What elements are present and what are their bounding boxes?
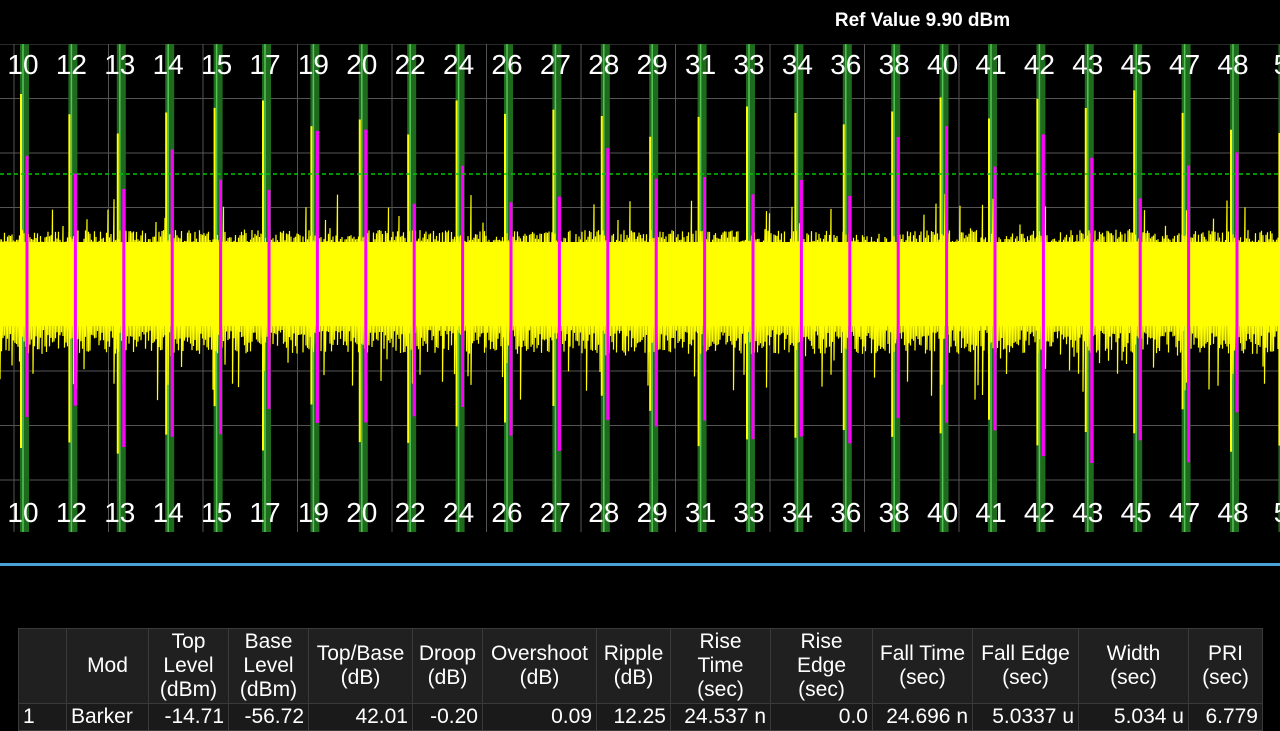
pulse-marker-label: 47	[1169, 49, 1200, 80]
pulse-marker-label: 48	[1217, 497, 1248, 528]
table-cell: 24.696 n	[872, 703, 973, 731]
pulse-marker-label: 12	[56, 497, 87, 528]
pulse-marker-label: 5	[1274, 49, 1280, 80]
column-header[interactable]	[18, 628, 67, 704]
pulse-marker-label: 13	[104, 49, 135, 80]
pulse-marker-label: 15	[201, 49, 232, 80]
pulse-results-table: Mod Top Level (dBm) Base Level (dBm) Top/Ba…	[18, 628, 1263, 731]
pulse-marker-label: 27	[540, 49, 571, 80]
marker-labels-bottom: 10 12 13 14 15 17 19 20 22 24 26 27 28 29 31 33 34 36 38 40…	[7, 497, 1280, 528]
noise-trace-core	[0, 242, 1280, 326]
table-header-row: Mod Top Level (dBm) Base Level (dBm) Top/Ba…	[18, 628, 1263, 704]
pulse-marker-label: 26	[491, 497, 522, 528]
column-header[interactable]: Top Level (dBm)	[148, 628, 229, 704]
table-cell: 12.25	[596, 703, 671, 731]
pulse-marker-label: 29	[637, 49, 668, 80]
table-cell: 0.09	[482, 703, 597, 731]
marker-labels-top: 10 12 13 14 15 17 19 20 22 24 26 27 28 29 31 33 34 36 38 40…	[7, 49, 1280, 80]
pulse-marker-label: 33	[733, 497, 764, 528]
pulse-marker-label: 34	[782, 497, 813, 528]
column-header[interactable]: PRI (sec)	[1188, 628, 1263, 704]
ref-value-label: Ref Value 9.90 dBm	[834, 10, 1011, 31]
column-header[interactable]: Overshoot (dB)	[482, 628, 597, 704]
pulse-marker-label: 42	[1024, 49, 1055, 80]
column-header[interactable]: Droop (dB)	[412, 628, 483, 704]
table-cell: 1	[18, 703, 67, 731]
table-row[interactable]: 1 Barker -14.71 -56.72 42.01 -0.20 0.09 12.25 24…	[18, 703, 1263, 731]
pulse-marker-label: 41	[975, 49, 1006, 80]
pulse-marker-label: 38	[879, 497, 910, 528]
pulse-marker-label: 40	[927, 497, 958, 528]
pulse-marker-label: 10	[7, 49, 38, 80]
pulse-marker-label: 40	[927, 49, 958, 80]
pulse-marker-label: 36	[830, 49, 861, 80]
pulse-marker-label: 38	[879, 49, 910, 80]
table-cell: 0.0	[770, 703, 873, 731]
column-header[interactable]: Width (sec)	[1078, 628, 1189, 704]
pulse-marker-label: 14	[153, 497, 184, 528]
pulse-marker-label: 41	[975, 497, 1006, 528]
pulse-marker-label: 48	[1217, 49, 1248, 80]
pulse-marker-label: 5	[1274, 497, 1280, 528]
table-cell: 24.537 n	[670, 703, 771, 731]
pulse-marker-label: 45	[1121, 497, 1152, 528]
pulse-marker-label: 27	[540, 497, 571, 528]
column-header[interactable]: Ripple (dB)	[596, 628, 671, 704]
pulse-marker-label: 22	[395, 497, 426, 528]
column-header[interactable]: Fall Time (sec)	[872, 628, 973, 704]
pulse-marker-label: 43	[1072, 49, 1103, 80]
pulse-marker-label: 10	[7, 497, 38, 528]
table-cell: -14.71	[148, 703, 229, 731]
table-cell: -0.20	[412, 703, 483, 731]
pulse-marker-label: 31	[685, 49, 716, 80]
pulse-marker-label: 19	[298, 497, 329, 528]
column-header[interactable]: Rise Time (sec)	[670, 628, 771, 704]
pulse-marker-label: 36	[830, 497, 861, 528]
pulse-marker-label: 12	[56, 49, 87, 80]
pulse-marker-label: 45	[1121, 49, 1152, 80]
pulse-marker-label: 43	[1072, 497, 1103, 528]
pulse-marker-label: 33	[733, 49, 764, 80]
panel-divider	[0, 563, 1280, 566]
column-header[interactable]: Base Level (dBm)	[228, 628, 309, 704]
table-cell: 6.779	[1188, 703, 1263, 731]
pulse-marker-label: 19	[298, 49, 329, 80]
table-cell: 42.01	[308, 703, 413, 731]
pulse-marker-label: 20	[346, 497, 377, 528]
pulse-marker-label: 29	[637, 497, 668, 528]
pulse-marker-label: 31	[685, 497, 716, 528]
column-header[interactable]: Mod	[66, 628, 149, 704]
pulse-marker-label: 47	[1169, 497, 1200, 528]
pulse-marker-label: 15	[201, 497, 232, 528]
pulse-marker-label: 26	[491, 49, 522, 80]
pulse-marker-label: 13	[104, 497, 135, 528]
pulse-marker-label: 24	[443, 49, 474, 80]
pulse-marker-label: 17	[249, 497, 280, 528]
table-cell: 5.0337 u	[972, 703, 1079, 731]
pulse-trace-display[interactable]: 10 12 13 14 15 17 19 20 22 24 26 27 28 29 31 33 34 36 38 40…	[0, 44, 1280, 532]
pulse-marker-label: 24	[443, 497, 474, 528]
pulse-marker-label: 28	[588, 497, 619, 528]
table-cell: 5.034 u	[1078, 703, 1189, 731]
pulse-marker-label: 28	[588, 49, 619, 80]
table-cell: -56.72	[228, 703, 309, 731]
pulse-marker-label: 17	[249, 49, 280, 80]
column-header[interactable]: Fall Edge (sec)	[972, 628, 1079, 704]
pulse-marker-label: 34	[782, 49, 813, 80]
column-header[interactable]: Top/Base (dB)	[308, 628, 413, 704]
pulse-marker-label: 14	[153, 49, 184, 80]
pulse-marker-label: 42	[1024, 497, 1055, 528]
table-cell: Barker	[66, 703, 149, 731]
pulse-marker-label: 20	[346, 49, 377, 80]
pulse-marker-label: 22	[395, 49, 426, 80]
column-header[interactable]: Rise Edge (sec)	[770, 628, 873, 704]
